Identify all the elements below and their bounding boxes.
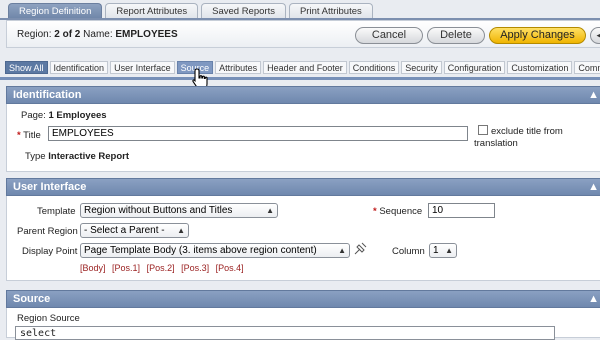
flashlight-icon[interactable] [353,242,367,256]
tab-print-attributes[interactable]: Print Attributes [288,3,373,19]
filter-conditions[interactable]: Conditions [348,61,400,74]
required-asterisk: * [17,130,21,141]
user-interface-panel: Template Region without Buttons and Titl… [6,196,600,281]
filter-security[interactable]: Security [401,61,442,74]
filter-customization[interactable]: Customization [507,61,573,74]
select-caret-icon: ▲︎ [177,226,185,235]
page-value: 1 Employees [48,110,107,121]
tab-saved-reports[interactable]: Saved Reports [201,3,286,19]
caret-up-icon[interactable]: ▲ [588,179,599,196]
region-summary: Region: 2 of 2 Name: EMPLOYEES [17,29,178,40]
display-point-value: Page Template Body (3. items above regio… [84,245,317,256]
title-label-wrap: * Title [17,130,41,141]
sequence-label: Sequence [379,206,423,217]
region-prefix: Region: [17,29,52,40]
select-caret-icon: ▲︎ [445,246,453,255]
filter-header-and-footer[interactable]: Header and Footer [263,61,347,74]
region-number: 2 of 2 [54,29,81,40]
exclude-title-label-2: translation [474,138,518,149]
filter-configuration[interactable]: Configuration [443,61,506,74]
position-links: [Body] [Pos.1] [Pos.2] [Pos.3] [Pos.4] [80,263,248,273]
tab-report-attributes[interactable]: Report Attributes [105,3,199,19]
type-label: Type [25,151,46,162]
display-point-label: Display Point [22,246,78,257]
caret-up-icon[interactable]: ▲ [588,291,599,308]
position-link-body[interactable]: [Body] [80,263,106,273]
template-select[interactable]: Region without Buttons and Titles ▲︎ [80,203,278,218]
exclude-title-label: exclude title from [491,126,563,137]
source-panel: Region Source select [6,308,600,340]
previous-button[interactable]: ◀ [590,27,600,44]
apply-changes-button[interactable]: Apply Changes [489,27,586,44]
user-interface-title: User Interface [13,181,87,193]
section-filter: Show All Identification User Interface S… [5,61,600,74]
type-field: Type Interactive Report [25,151,129,162]
required-asterisk: * [373,206,377,217]
filter-underline [0,77,600,80]
source-title: Source [13,293,51,305]
filter-show-all[interactable]: Show All [5,61,48,74]
region-name-label: Name: [83,29,113,40]
caret-up-icon[interactable]: ▲ [588,87,599,104]
position-link-pos4[interactable]: [Pos.4] [216,263,244,273]
position-link-pos3[interactable]: [Pos.3] [181,263,209,273]
chevron-left-icon: ◀ [596,30,600,40]
page-tabs: Region Definition Report Attributes Save… [8,3,376,19]
user-interface-header[interactable]: User Interface ▲ [6,178,600,196]
tab-region-definition[interactable]: Region Definition [8,3,103,19]
position-link-pos2[interactable]: [Pos.2] [147,263,175,273]
template-value: Region without Buttons and Titles [84,205,233,216]
delete-button[interactable]: Delete [427,27,485,44]
position-link-pos1[interactable]: [Pos.1] [112,263,140,273]
parent-region-select[interactable]: - Select a Parent - ▲︎ [80,223,189,238]
identification-panel: Page: 1 Employees * Title EMPLOYEES excl… [6,104,600,172]
cancel-button[interactable]: Cancel [355,27,423,44]
region-source-textarea[interactable]: select [15,326,555,340]
region-name-value: EMPLOYEES [115,29,178,40]
exclude-title-checkbox[interactable] [478,125,488,135]
template-label: Template [37,206,76,217]
filter-user-interface[interactable]: User Interface [110,61,175,74]
column-select[interactable]: 1 ▲︎ [429,243,457,258]
filter-attributes[interactable]: Attributes [215,61,262,74]
title-label: Title [23,130,41,141]
region-source-label: Region Source [17,313,80,324]
parent-region-label: Parent Region [17,226,78,237]
display-point-select[interactable]: Page Template Body (3. items above regio… [80,243,350,258]
page-label: Page: [21,110,46,121]
parent-region-value: - Select a Parent - [84,225,165,236]
region-header: Region: 2 of 2 Name: EMPLOYEES Cancel De… [6,20,600,48]
identification-header[interactable]: Identification ▲ [6,86,600,104]
column-value: 1 [433,245,439,256]
type-value: Interactive Report [48,151,130,162]
source-header[interactable]: Source ▲ [6,290,600,308]
select-caret-icon: ▲︎ [338,246,346,255]
title-input[interactable]: EMPLOYEES [48,126,468,141]
page-field: Page: 1 Employees [21,110,107,121]
identification-title: Identification [13,89,82,101]
sequence-label-wrap: * Sequence [373,206,422,217]
filter-identification[interactable]: Identification [49,61,109,74]
column-label: Column [392,246,425,257]
select-caret-icon: ▲︎ [266,206,274,215]
filter-comments[interactable]: Comm [574,61,600,74]
sequence-input[interactable]: 10 [428,203,495,218]
